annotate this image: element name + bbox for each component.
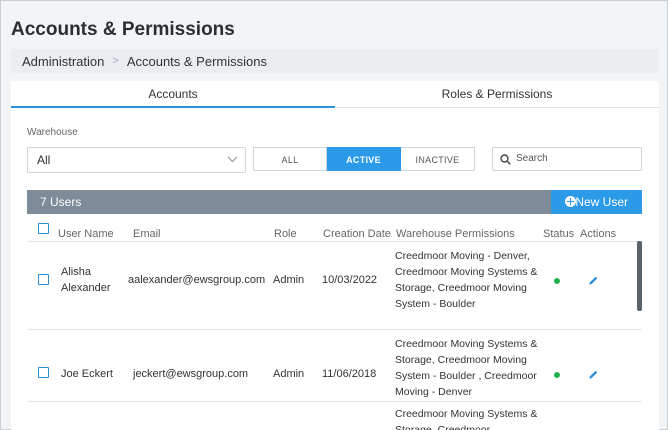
user-name[interactable]: Alisha [61,266,91,278]
column-creation-date[interactable]: Creation Date [323,228,391,240]
table-header: User Name Email Role Creation Date Wareh… [27,223,642,242]
chevron-down-icon [227,156,238,163]
warehouse-select-value: All [37,153,51,167]
accounts-panel: Accounts Roles & Permissions Warehouse A… [11,81,659,430]
status-active-dot [554,372,560,378]
table-row: Alisha Alexander aalexander@ewsgroup.com… [27,241,642,329]
column-email[interactable]: Email [133,228,161,240]
user-name-line2[interactable]: Alexander [61,282,111,294]
table-row: Joe Eckert jeckert@ewsgroup.com Admin 11… [27,329,642,401]
row-checkbox[interactable] [38,274,49,285]
user-creation-date: 11/06/2018 [322,368,377,380]
filter-active-button[interactable]: ACTIVE [327,147,401,171]
user-count-bar: 7 Users New User [27,190,642,214]
user-name[interactable]: Joe Eckert [61,368,113,380]
page-title: Accounts & Permissions [11,19,235,40]
table-row: Creedmoor Moving Systems & Storage, Cree… [27,401,642,430]
table-scrollbar[interactable] [637,241,642,311]
column-role[interactable]: Role [274,228,297,240]
filter-all-button[interactable]: ALL [253,147,327,171]
pencil-icon[interactable] [588,275,599,286]
user-warehouse-permissions: Creedmoor Moving Systems & Storage, Cree… [395,338,538,398]
search-placeholder: Search [516,153,548,164]
column-actions: Actions [580,228,617,240]
column-warehouse-permissions[interactable]: Warehouse Permissions [396,228,515,240]
status-active-dot [554,278,560,284]
row-checkbox[interactable] [38,367,49,378]
user-role: Admin [273,368,305,380]
breadcrumb-root[interactable]: Administration [22,54,104,69]
pencil-icon[interactable] [588,369,599,380]
breadcrumb-current: Accounts & Permissions [126,53,267,69]
filter-inactive-button[interactable]: INACTIVE [401,147,475,171]
user-email: aalexander@ewsgroup.com [128,274,266,286]
user-warehouse-permissions: Creedmoor Moving Systems & Storage, Cree… [395,408,538,430]
tab-roles-permissions[interactable]: Roles & Permissions [335,81,659,108]
user-email: jeckert@ewsgroup.com [133,368,249,380]
user-warehouse-permissions: Creedmoor Moving - Denver, Creedmoor Mov… [395,250,538,310]
breadcrumb: Administration > Accounts & Permissions [11,49,659,73]
column-user-name[interactable]: User Name [58,228,114,240]
column-status[interactable]: Status [543,228,574,240]
user-creation-date: 10/03/2022 [322,274,378,286]
new-user-button[interactable]: New User [551,190,642,214]
tab-bar: Accounts Roles & Permissions [11,81,659,108]
warehouse-select[interactable]: All [27,147,246,173]
user-role: Admin [273,274,305,286]
plus-circle-icon [565,196,576,207]
status-filter: ALL ACTIVE INACTIVE [253,147,475,171]
user-count: 7 Users [40,195,82,209]
warehouse-label: Warehouse [27,127,78,138]
breadcrumb-separator-icon: > [112,55,119,67]
search-input[interactable]: Search [492,147,642,171]
tab-accounts[interactable]: Accounts [11,81,335,108]
select-all-checkbox[interactable] [38,223,49,234]
new-user-label: New User [575,195,628,209]
search-icon [500,154,511,165]
